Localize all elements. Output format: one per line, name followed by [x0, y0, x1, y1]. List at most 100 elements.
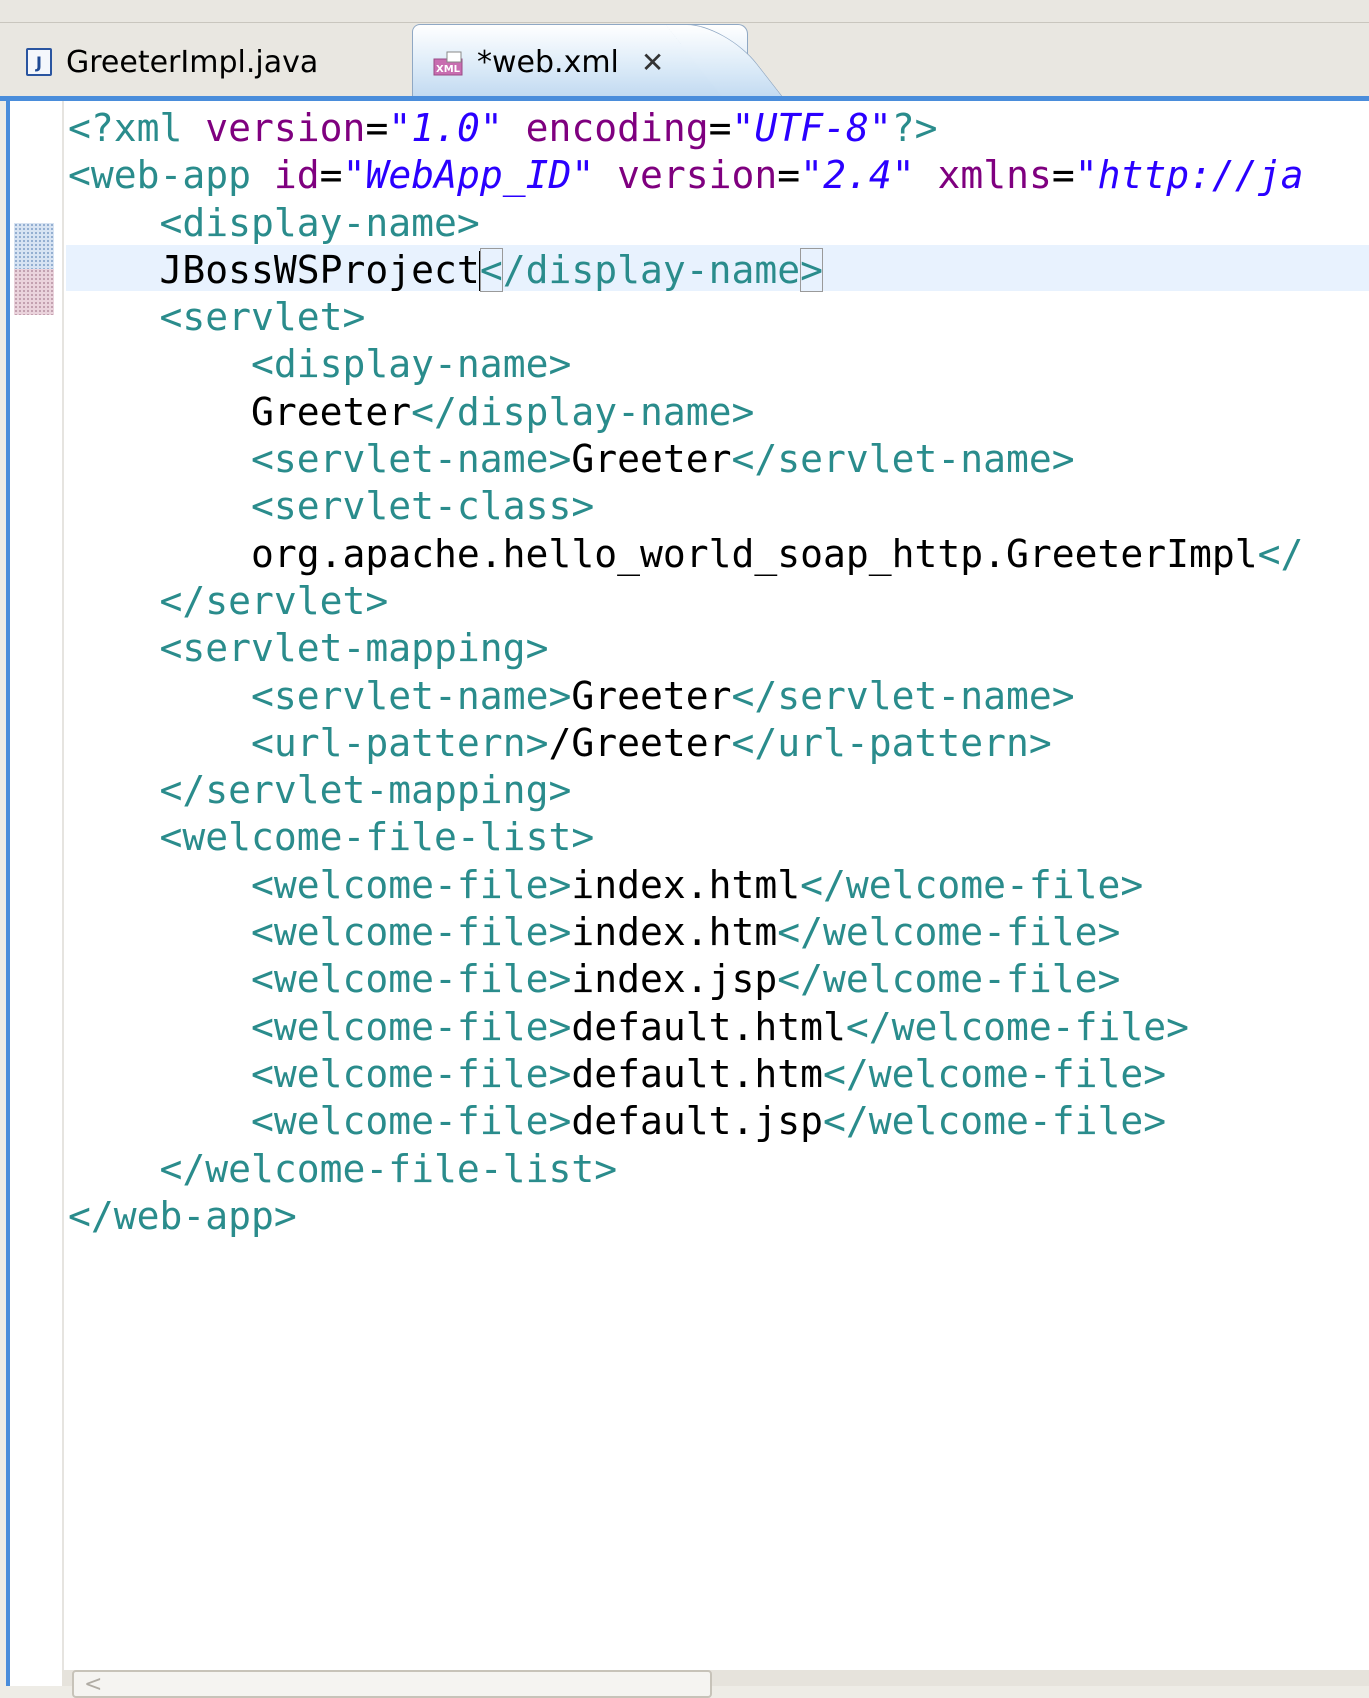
code-token-tag: </welcome-file>	[845, 1004, 1190, 1049]
code-line: <welcome-file-list>	[68, 814, 1304, 861]
quick-diff-change-marker	[14, 269, 54, 315]
code-token-txt: default.htm	[571, 1051, 823, 1096]
code-token-attr: version	[205, 106, 366, 150]
editor-tab-bar: J GreeterImpl.java XML *web.xml ✕	[0, 0, 1369, 101]
code-token-txt: JBossWSProject	[68, 247, 480, 292]
horizontal-scrollbar[interactable]: <	[62, 1670, 1369, 1698]
code-line: <servlet-class>	[68, 483, 1304, 530]
code-token-tag: </	[1257, 531, 1304, 576]
xml-file-icon: XML	[433, 50, 463, 76]
code-token-quote: "	[571, 153, 618, 198]
code-token-tag: <servlet-mapping>	[159, 626, 549, 671]
code-line: </web-app>	[68, 1193, 1304, 1240]
code-token-pi: ?>	[891, 106, 938, 150]
code-token-tag: <web-app	[68, 153, 274, 198]
code-line: <welcome-file>index.html</welcome-file>	[68, 862, 1304, 909]
code-token-tag: </servlet-mapping>	[159, 768, 572, 813]
code-line: <display-name>	[68, 341, 1304, 388]
code-line: <welcome-file>index.htm</welcome-file>	[68, 909, 1304, 956]
annotation-ruler	[10, 101, 66, 1686]
code-token-tag: <welcome-file>	[251, 862, 572, 907]
code-token-tag: </display-name>	[411, 389, 755, 434]
matching-bracket: <	[479, 247, 503, 292]
code-token-quote: "	[342, 153, 366, 198]
code-token-eq: =	[708, 106, 732, 150]
svg-text:XML: XML	[436, 64, 461, 75]
code-token-txt: Greeter	[571, 673, 732, 718]
scroll-left-arrow-icon[interactable]: <	[84, 1674, 112, 1698]
code-line: <?xml version="1.0" encoding="UTF-8"?>	[68, 105, 1304, 152]
code-line: <welcome-file>default.html</welcome-file…	[68, 1004, 1304, 1051]
code-token-attr: encoding	[525, 106, 709, 150]
code-line: <welcome-file>default.jsp</welcome-file>	[68, 1098, 1304, 1145]
code-line: <web-app id="WebApp_ID" version="2.4" xm…	[68, 152, 1304, 199]
tab-bar-top-border	[0, 22, 1369, 23]
code-token-tag: </welcome-file-list>	[159, 1146, 618, 1191]
code-text-area[interactable]: <?xml version="1.0" encoding="UTF-8"?> <w…	[68, 105, 1304, 1240]
scrollbar-thumb[interactable]: <	[72, 1670, 712, 1698]
java-file-icon: J	[26, 48, 52, 76]
xml-source-editor[interactable]: <?xml version="1.0" encoding="UTF-8"?> <w…	[6, 101, 1369, 1686]
code-line: <url-pattern>/Greeter</url-pattern>	[68, 720, 1304, 767]
code-token-tag: <welcome-file-list>	[159, 815, 595, 860]
code-token-txt: index.htm	[571, 910, 778, 955]
code-line: <welcome-file>index.jsp</welcome-file>	[68, 956, 1304, 1003]
ruler-separator	[62, 101, 64, 1686]
code-token-txt: default.jsp	[571, 1099, 823, 1144]
code-token-quote: "	[800, 153, 824, 198]
code-line: <display-name>	[68, 200, 1304, 247]
code-line: <servlet>	[68, 294, 1304, 341]
code-line: </servlet>	[68, 578, 1304, 625]
code-token-tag: <url-pattern>	[251, 720, 549, 765]
code-token-eq: =	[365, 106, 389, 150]
code-token-tag: <welcome-file>	[251, 1099, 572, 1144]
quick-diff-change-marker	[14, 223, 54, 269]
code-line: </welcome-file-list>	[68, 1146, 1304, 1193]
code-token-quote: "	[388, 106, 412, 150]
code-token-quote: "	[731, 106, 755, 150]
code-token-tag: </web-app>	[68, 1193, 297, 1238]
code-token-tag: </servlet>	[159, 578, 389, 623]
code-token-tag: </servlet-name>	[731, 437, 1075, 482]
code-token-tag: </welcome-file>	[823, 1099, 1167, 1144]
code-token-tag: <servlet-name>	[251, 673, 572, 718]
code-line: JBossWSProject</display-name>	[68, 247, 1304, 294]
code-line: <welcome-file>default.htm</welcome-file>	[68, 1051, 1304, 1098]
code-token-txt: org.apache.hello_world_soap_http.Greeter…	[68, 531, 1258, 576]
code-token-str: WebApp_ID	[365, 153, 572, 198]
code-token-str: http://ja	[1097, 153, 1304, 198]
code-token-tag: </welcome-file>	[777, 910, 1121, 955]
code-token-attr: id	[273, 153, 320, 198]
tab-web-xml[interactable]: XML *web.xml ✕	[412, 24, 748, 100]
code-token-quote: "	[891, 153, 938, 198]
tab-label: GreeterImpl.java	[66, 44, 319, 80]
code-token-txt: default.html	[571, 1004, 846, 1049]
code-line: <servlet-mapping>	[68, 625, 1304, 672]
code-token-str: UTF-8	[754, 106, 869, 150]
code-token-quote: "	[868, 106, 892, 150]
code-token-str: 2.4	[823, 153, 892, 198]
code-token-tag: <display-name>	[251, 342, 572, 387]
code-token-tag: <welcome-file>	[251, 910, 572, 955]
code-token-eq: =	[777, 153, 801, 198]
code-token-tag: <welcome-file>	[251, 1051, 572, 1096]
code-line: org.apache.hello_world_soap_http.Greeter…	[68, 531, 1304, 578]
tab-greeterimpl-java[interactable]: J GreeterImpl.java	[0, 24, 410, 100]
code-token-tag: <display-name>	[159, 200, 480, 245]
close-tab-icon[interactable]: ✕	[641, 46, 664, 79]
code-token-attr: xmlns	[937, 153, 1052, 198]
